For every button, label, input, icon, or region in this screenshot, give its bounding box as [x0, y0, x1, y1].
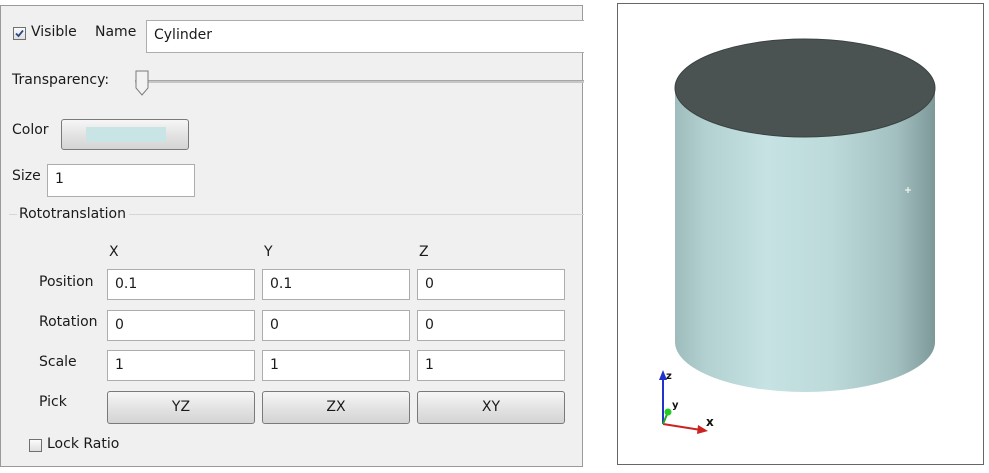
transparency-slider-thumb[interactable]: [135, 70, 149, 96]
visible-checkbox[interactable]: [13, 27, 26, 40]
3d-viewport[interactable]: z y x: [617, 3, 984, 465]
position-y-input[interactable]: 0.1: [262, 269, 410, 300]
rotation-x-input[interactable]: 0: [107, 310, 255, 341]
column-z-header: Z: [419, 244, 429, 260]
rotation-label: Rotation: [39, 314, 98, 330]
z-axis-label: z: [666, 371, 672, 382]
lock-ratio-checkbox[interactable]: [29, 439, 42, 452]
name-input[interactable]: Cylinder: [146, 20, 584, 53]
cylinder-top-face: [674, 38, 936, 138]
pick-xy-button[interactable]: XY: [417, 391, 565, 424]
position-z-input[interactable]: 0: [417, 269, 565, 300]
name-label: Name: [95, 24, 137, 40]
viewport-canvas[interactable]: z y x: [618, 4, 983, 464]
pick-label: Pick: [39, 394, 67, 410]
properties-panel: Visible Name Cylinder Transparency: Colo…: [0, 5, 584, 467]
axis-gizmo-icon: z y x: [659, 370, 714, 434]
rotation-y-input[interactable]: 0: [262, 310, 410, 341]
rotation-z-input[interactable]: 0: [417, 310, 565, 341]
color-label: Color: [12, 122, 49, 138]
y-axis-label: y: [672, 400, 679, 411]
transparency-slider-track: [135, 80, 584, 83]
size-label: Size: [12, 168, 41, 184]
position-label: Position: [39, 274, 94, 290]
visible-label: Visible: [31, 24, 77, 40]
scale-y-input[interactable]: 1: [262, 350, 410, 381]
pick-zx-button[interactable]: ZX: [262, 391, 410, 424]
color-picker-button[interactable]: [61, 119, 189, 150]
column-y-header: Y: [264, 244, 273, 260]
transparency-slider[interactable]: [135, 70, 584, 98]
position-x-input[interactable]: 0.1: [107, 269, 255, 300]
column-x-header: X: [109, 244, 119, 260]
pick-yz-button[interactable]: YZ: [107, 391, 255, 424]
scale-label: Scale: [39, 354, 77, 370]
color-swatch: [86, 127, 166, 142]
cylinder-object[interactable]: [674, 38, 936, 392]
rototranslation-title: Rototranslation: [17, 206, 129, 222]
size-input[interactable]: 1: [47, 164, 195, 197]
checkmark-icon: [15, 29, 24, 38]
scale-z-input[interactable]: 1: [417, 350, 565, 381]
scale-x-input[interactable]: 1: [107, 350, 255, 381]
x-axis-label: x: [706, 415, 714, 429]
transparency-label: Transparency:: [12, 72, 110, 88]
lock-ratio-label: Lock Ratio: [47, 436, 120, 452]
